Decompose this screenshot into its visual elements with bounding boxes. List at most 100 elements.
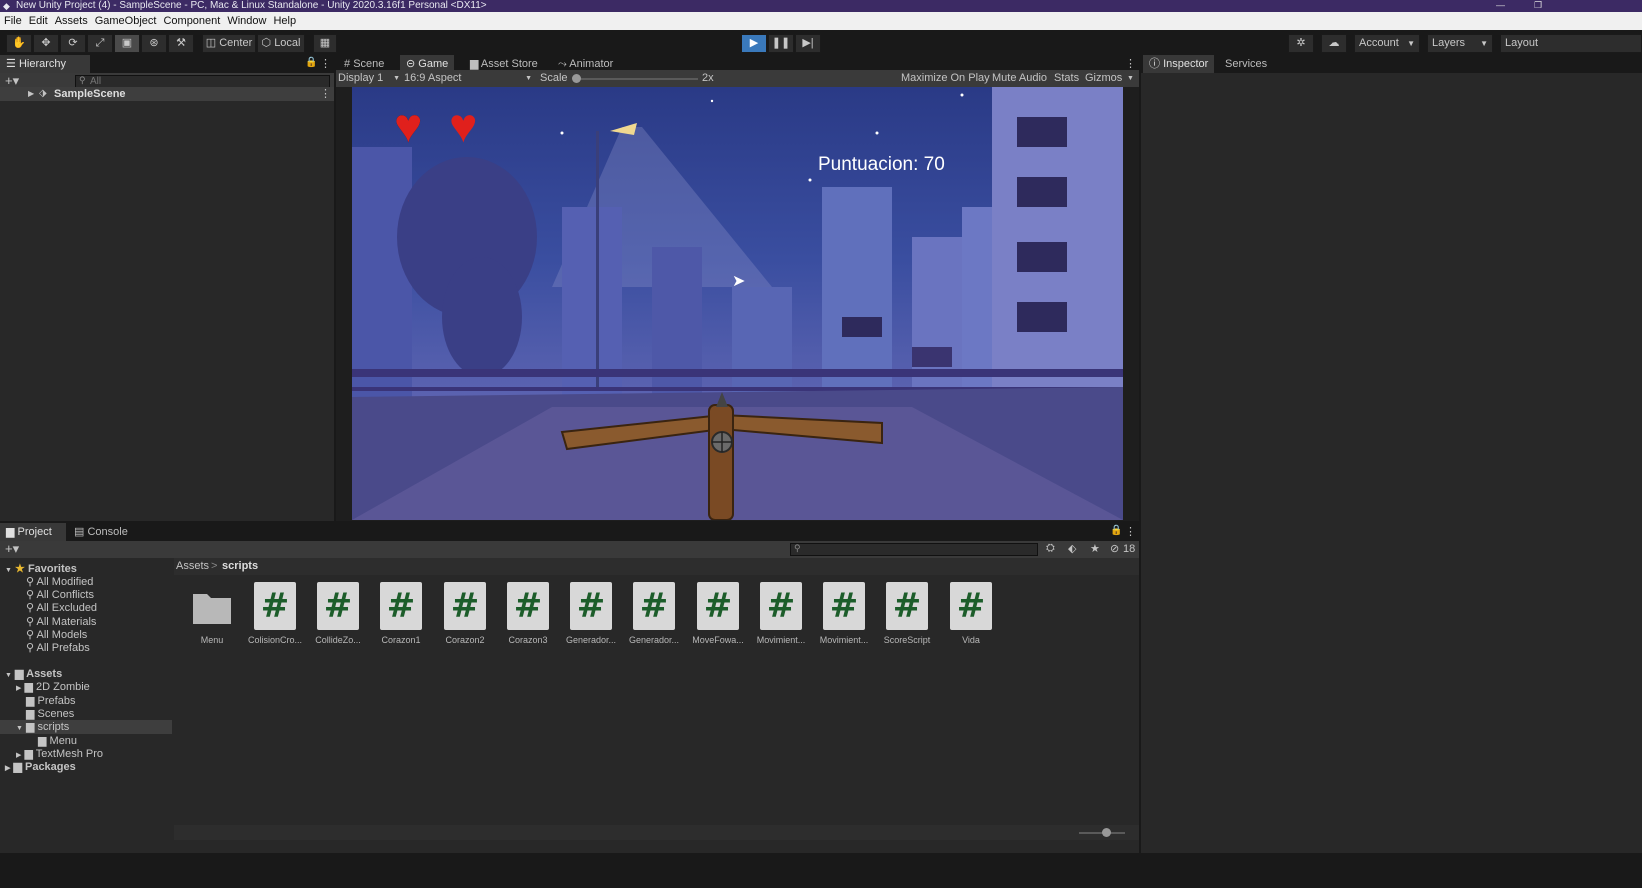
- asset-script[interactable]: # Movimient...: [750, 582, 812, 645]
- tab-inspector[interactable]: ⓘ Inspector: [1143, 55, 1215, 73]
- display-dropdown[interactable]: Display 1 ▼: [338, 70, 400, 87]
- asset-script[interactable]: # Generador...: [560, 582, 622, 645]
- game-view-canvas[interactable]: ♥ ♥ Puntuacion: 70 ➤: [352, 87, 1123, 520]
- scale-tool-button[interactable]: ⤢: [87, 34, 113, 53]
- chevron-right-icon[interactable]: ▶: [28, 87, 34, 101]
- tab-hierarchy[interactable]: ☰ Hierarchy: [0, 55, 90, 73]
- rotate-tool-button[interactable]: ⟳: [60, 34, 86, 53]
- tree-folder-scenes[interactable]: ▆ Scenes: [26, 707, 74, 721]
- breadcrumb-assets[interactable]: Assets: [176, 558, 209, 575]
- step-button[interactable]: ▶|: [795, 34, 821, 53]
- folder-shape: [193, 594, 231, 624]
- scene-row[interactable]: ▶ ⬗ SampleScene ⋮: [0, 87, 334, 101]
- asset-script[interactable]: # Vida: [940, 582, 1002, 645]
- hidden-packages-icon[interactable]: ⊘: [1110, 542, 1119, 555]
- filter-label-icon[interactable]: ⬖: [1068, 542, 1076, 555]
- asset-script[interactable]: # ScoreScript: [876, 582, 938, 645]
- asset-script[interactable]: # Corazon1: [370, 582, 432, 645]
- asset-script[interactable]: # Movimient...: [813, 582, 875, 645]
- menu-help[interactable]: Help: [273, 12, 296, 30]
- tree-packages[interactable]: ▶ ▆ Packages: [5, 760, 76, 774]
- asset-folder-menu[interactable]: Menu: [181, 582, 243, 645]
- kebab-menu-icon[interactable]: ⋮: [1125, 57, 1136, 70]
- account-label: Account: [1359, 37, 1399, 49]
- asset-script[interactable]: # Generador...: [623, 582, 685, 645]
- hierarchy-tabbar: ☰ Hierarchy 🔒 ⋮: [0, 55, 334, 73]
- kebab-menu-icon[interactable]: ⋮: [320, 57, 331, 70]
- menu-file[interactable]: File: [4, 12, 22, 30]
- search-icon: ⚲: [26, 616, 35, 628]
- csharp-script-icon: #: [697, 582, 739, 630]
- filter-type-icon[interactable]: ⛭: [1046, 542, 1055, 555]
- tab-console[interactable]: ▤ Console: [68, 523, 134, 541]
- tree-folder-scripts[interactable]: ▼ ▆ scripts: [16, 720, 69, 734]
- icon-size-slider-handle[interactable]: [1102, 828, 1111, 837]
- scene-menu-icon[interactable]: ⋮: [320, 87, 331, 101]
- favorite-star-icon[interactable]: ★: [1090, 542, 1100, 555]
- search-icon: ⚲: [26, 629, 35, 641]
- asset-script[interactable]: # Corazon3: [497, 582, 559, 645]
- custom-tool-button[interactable]: ⚒: [168, 34, 194, 53]
- grid-snap-button[interactable]: ▦: [313, 34, 337, 53]
- folder-label: TextMesh Pro: [35, 748, 104, 760]
- pivot-local-button[interactable]: ⬡ Local: [257, 34, 305, 53]
- menu-component[interactable]: Component: [163, 12, 220, 30]
- menu-window[interactable]: Window: [227, 12, 266, 30]
- csharp-script-icon: #: [254, 582, 296, 630]
- move-tool-button[interactable]: ✥: [33, 34, 59, 53]
- maximize-on-play-toggle[interactable]: Maximize On Play: [901, 70, 990, 87]
- tab-services[interactable]: Services: [1219, 55, 1273, 73]
- stats-toggle[interactable]: Stats: [1054, 70, 1079, 87]
- tree-folder-prefabs[interactable]: ▆ Prefabs: [26, 694, 75, 708]
- rect-tool-button[interactable]: ▣: [114, 34, 140, 53]
- transform-tool-button[interactable]: ⊛: [141, 34, 167, 53]
- tree-favorites[interactable]: ▼ ★ Favorites: [5, 562, 77, 576]
- project-footer: [174, 825, 1139, 840]
- asset-script[interactable]: # CollideZo...: [307, 582, 369, 645]
- menu-assets[interactable]: Assets: [55, 12, 88, 30]
- favorite-all-prefabs[interactable]: ⚲ All Prefabs: [26, 641, 90, 655]
- maximize-button[interactable]: ❐: [1534, 0, 1542, 11]
- cloud-button[interactable]: ☁: [1321, 34, 1347, 53]
- favorite-all-models[interactable]: ⚲ All Models: [26, 628, 87, 642]
- favorite-all-excluded[interactable]: ⚲ All Excluded: [26, 601, 97, 615]
- game-view-toolbar: Display 1 ▼ 16:9 Aspect ▼ Scale 2x Maximiz…: [336, 70, 1139, 87]
- minimize-button[interactable]: —: [1496, 0, 1505, 11]
- tree-folder-menu[interactable]: ▆ Menu: [38, 734, 77, 748]
- favorite-all-materials[interactable]: ⚲ All Materials: [26, 615, 96, 629]
- layout-dropdown[interactable]: Layout: [1500, 34, 1642, 53]
- add-object-button[interactable]: +▾: [5, 73, 19, 88]
- kebab-menu-icon[interactable]: ⋮: [1125, 525, 1136, 538]
- scale-slider-track[interactable]: [576, 78, 698, 80]
- tab-project[interactable]: ▆ Project: [0, 523, 66, 541]
- hand-tool-button[interactable]: ✋: [6, 34, 32, 53]
- chevron-down-icon[interactable]: ▼: [1127, 70, 1134, 87]
- favorite-all-modified[interactable]: ⚲ All Modified: [26, 575, 93, 589]
- tree-folder-textmesh-pro[interactable]: ▶ ▆ TextMesh Pro: [16, 747, 103, 761]
- scale-slider-handle[interactable]: [572, 74, 581, 83]
- gizmos-toggle[interactable]: Gizmos: [1085, 70, 1122, 87]
- asset-script[interactable]: # MoveFowa...: [687, 582, 749, 645]
- mute-audio-toggle[interactable]: Mute Audio: [992, 70, 1047, 87]
- aspect-dropdown[interactable]: 16:9 Aspect ▼: [404, 70, 532, 87]
- favorite-all-conflicts[interactable]: ⚲ All Conflicts: [26, 588, 94, 602]
- asset-script[interactable]: # ColisionCro...: [244, 582, 306, 645]
- folder-open-icon: ▆: [15, 668, 24, 680]
- pause-button[interactable]: ❚❚: [768, 34, 794, 53]
- create-asset-button[interactable]: +▾: [5, 541, 19, 557]
- breadcrumb-scripts[interactable]: scripts: [222, 558, 258, 575]
- play-button[interactable]: ▶: [741, 34, 767, 53]
- grid-icon: ▦: [319, 37, 331, 49]
- project-search-input[interactable]: [790, 543, 1038, 556]
- pivot-center-button[interactable]: ◫ Center: [202, 34, 256, 53]
- menu-edit[interactable]: Edit: [29, 12, 48, 30]
- tree-folder-2d-zombie[interactable]: ▶ ▆ 2D Zombie: [16, 680, 90, 694]
- lock-icon[interactable]: 🔒: [1110, 525, 1122, 536]
- tree-assets[interactable]: ▼ ▆ Assets: [5, 667, 62, 681]
- collab-button[interactable]: ✲: [1288, 34, 1314, 53]
- lock-icon[interactable]: 🔒: [305, 57, 317, 68]
- asset-script[interactable]: # Corazon2: [434, 582, 496, 645]
- account-dropdown[interactable]: Account ▼: [1354, 34, 1420, 53]
- menu-gameobject[interactable]: GameObject: [95, 12, 157, 30]
- layers-dropdown[interactable]: Layers ▼: [1427, 34, 1493, 53]
